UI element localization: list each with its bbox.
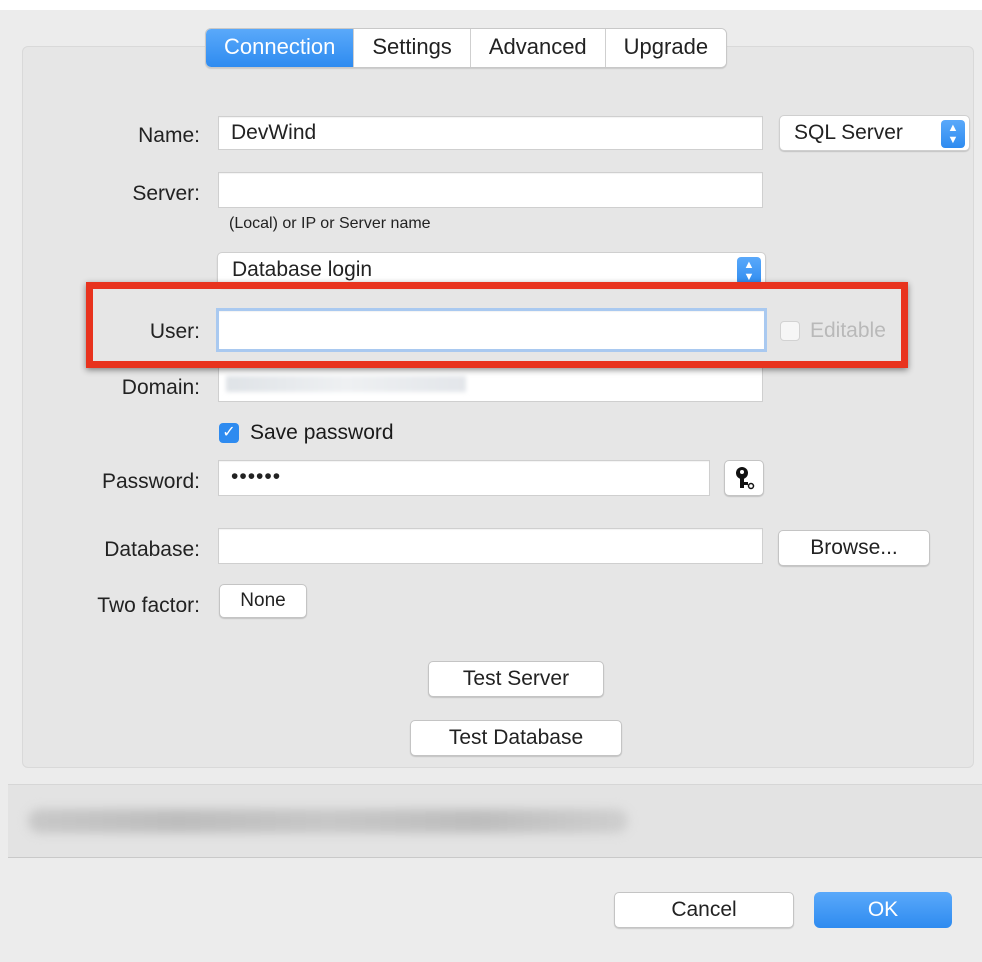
name-field[interactable]: DevWind	[218, 116, 763, 150]
name-label: Name:	[138, 124, 200, 147]
window-top-strip	[0, 0, 982, 10]
redacted-status-text	[28, 809, 628, 833]
password-field[interactable]: ••••••	[218, 460, 710, 496]
chevron-up-down-icon: ▲ ▼	[737, 257, 761, 285]
browse-button[interactable]: Browse...	[778, 530, 930, 566]
test-server-button[interactable]: Test Server	[428, 661, 604, 697]
test-database-button[interactable]: Test Database	[410, 720, 622, 756]
database-field[interactable]	[218, 528, 763, 564]
password-label: Password:	[101, 470, 200, 493]
tab-upgrade[interactable]: Upgrade	[605, 29, 727, 67]
two-factor-label: Two factor:	[97, 594, 200, 617]
chevron-up-down-icon: ▲ ▼	[941, 120, 965, 148]
server-hint: (Local) or IP or Server name	[229, 215, 431, 232]
save-password-label: Save password	[250, 421, 394, 444]
ok-button[interactable]: OK	[814, 892, 952, 928]
two-factor-button[interactable]: None	[219, 584, 307, 618]
domain-label: Domain:	[121, 376, 200, 399]
server-label: Server:	[132, 182, 200, 205]
checkmark-icon: ✓	[222, 424, 236, 441]
server-type-select[interactable]: SQL Server ▲ ▼	[779, 115, 970, 151]
status-band	[8, 784, 982, 858]
server-field[interactable]	[218, 172, 763, 208]
tab-settings[interactable]: Settings	[354, 29, 471, 67]
auth-method-value: Database login	[232, 258, 373, 281]
key-icon	[736, 467, 755, 490]
cancel-button[interactable]: Cancel	[614, 892, 794, 928]
tab-connection[interactable]: Connection	[206, 29, 355, 67]
highlight-box	[86, 282, 908, 368]
save-password-checkbox[interactable]: ✓	[219, 423, 239, 443]
database-label: Database:	[104, 538, 200, 561]
server-type-value: SQL Server	[794, 121, 903, 144]
redacted-domain-value	[226, 376, 466, 392]
keychain-button[interactable]	[724, 460, 764, 496]
connection-panel	[22, 46, 974, 768]
tab-bar: Connection Settings Advanced Upgrade	[205, 28, 728, 68]
tab-advanced[interactable]: Advanced	[470, 29, 606, 67]
